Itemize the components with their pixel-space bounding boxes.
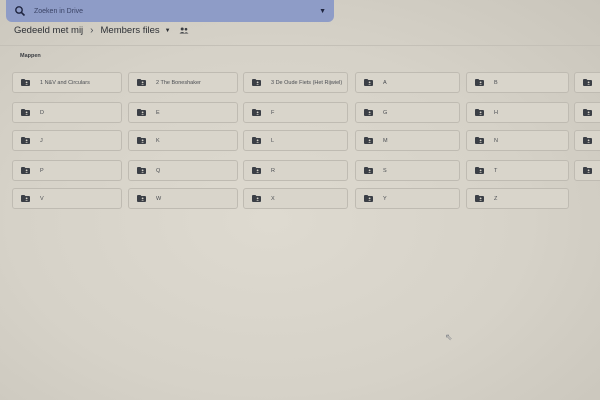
shared-folder-icon — [21, 167, 30, 174]
folder-item[interactable]: L — [243, 130, 348, 151]
folder-item[interactable]: A — [355, 72, 460, 93]
folder-item[interactable] — [574, 130, 600, 151]
search-bar[interactable]: Zoeken in Drive ▼ — [6, 0, 334, 22]
folder-item[interactable] — [574, 102, 600, 123]
shared-folder-icon — [364, 79, 373, 86]
folder-item[interactable] — [574, 72, 600, 93]
folder-label: J — [40, 137, 43, 144]
folder-label: W — [156, 195, 162, 202]
folder-item[interactable]: F — [243, 102, 348, 123]
breadcrumb-current[interactable]: Members files — [101, 25, 160, 36]
divider — [0, 45, 600, 46]
shared-folder-icon — [21, 195, 30, 202]
folder-label: A — [383, 79, 387, 86]
shared-folder-icon — [252, 195, 261, 202]
folder-item[interactable]: T — [466, 160, 569, 181]
folder-item[interactable]: R — [243, 160, 348, 181]
folder-item[interactable]: 3 De Oude Fiets (Het Rijwiel) — [243, 72, 348, 93]
shared-folder-icon — [475, 195, 484, 202]
shared-folder-icon — [137, 137, 146, 144]
chevron-right-icon: › — [90, 25, 94, 36]
folder-label: M — [383, 137, 388, 144]
shared-folder-icon — [137, 109, 146, 116]
folder-label: Z — [494, 195, 498, 202]
folder-item[interactable]: S — [355, 160, 460, 181]
shared-folder-icon — [137, 195, 146, 202]
folder-item[interactable]: G — [355, 102, 460, 123]
folder-item[interactable]: Y — [355, 188, 460, 209]
folder-label: V — [40, 195, 44, 202]
section-title: Mappen — [20, 53, 41, 59]
shared-folder-icon — [583, 109, 592, 116]
shared-folder-icon — [583, 137, 592, 144]
folder-item[interactable]: H — [466, 102, 569, 123]
folder-label: X — [271, 195, 275, 202]
folder-item[interactable]: W — [128, 188, 238, 209]
folder-item[interactable]: 2 The Boneshaker — [128, 72, 238, 93]
shared-folder-icon — [252, 167, 261, 174]
shared-folder-icon — [137, 79, 146, 86]
search-input[interactable]: Zoeken in Drive — [34, 8, 83, 15]
folder-item[interactable]: P — [12, 160, 122, 181]
folder-item[interactable]: D — [12, 102, 122, 123]
folder-label: F — [271, 109, 275, 116]
folder-label: E — [156, 109, 160, 116]
folder-label: T — [494, 167, 498, 174]
shared-folder-icon — [364, 137, 373, 144]
folder-item[interactable]: M — [355, 130, 460, 151]
folder-item[interactable]: N — [466, 130, 569, 151]
shared-folder-icon — [364, 167, 373, 174]
folder-label: S — [383, 167, 387, 174]
shared-folder-icon — [21, 109, 30, 116]
search-options-icon[interactable]: ▼ — [319, 8, 326, 15]
shared-folder-icon — [475, 167, 484, 174]
folder-label: H — [494, 109, 498, 116]
breadcrumb-parent[interactable]: Gedeeld met mij — [14, 25, 83, 36]
folder-item[interactable]: Z — [466, 188, 569, 209]
folder-item[interactable]: K — [128, 130, 238, 151]
folder-label: N — [494, 137, 498, 144]
folder-item[interactable]: V — [12, 188, 122, 209]
folder-label: P — [40, 167, 44, 174]
folder-label: 3 De Oude Fiets (Het Rijwiel) — [271, 79, 343, 86]
folder-label: B — [494, 79, 498, 86]
breadcrumb: Gedeeld met mij › Members files ▼ — [14, 25, 189, 36]
shared-folder-icon — [21, 137, 30, 144]
folder-item[interactable]: B — [466, 72, 569, 93]
folder-label: R — [271, 167, 275, 174]
shared-folder-icon — [252, 109, 261, 116]
shared-folder-icon — [475, 137, 484, 144]
folder-label: Q — [156, 167, 161, 174]
chevron-down-icon[interactable]: ▼ — [165, 28, 171, 34]
folder-item[interactable]: J — [12, 130, 122, 151]
folder-label: 2 The Boneshaker — [156, 79, 201, 86]
shared-folder-icon — [475, 79, 484, 86]
folder-item[interactable]: X — [243, 188, 348, 209]
folder-label: K — [156, 137, 160, 144]
mouse-cursor-icon: ⇖ — [445, 332, 453, 342]
shared-folder-icon — [364, 109, 373, 116]
folder-label: L — [271, 137, 275, 144]
folder-label: Y — [383, 195, 387, 202]
shared-folder-icon — [21, 79, 30, 86]
folder-label: 1 N&V and Circulars — [40, 79, 90, 86]
shared-folder-icon — [475, 109, 484, 116]
shared-people-icon[interactable] — [179, 27, 189, 34]
folder-label: G — [383, 109, 388, 116]
folder-item[interactable]: E — [128, 102, 238, 123]
folder-item[interactable] — [574, 160, 600, 181]
folder-item[interactable]: Q — [128, 160, 238, 181]
shared-folder-icon — [252, 79, 261, 86]
shared-folder-icon — [583, 167, 592, 174]
folder-item[interactable]: 1 N&V and Circulars — [12, 72, 122, 93]
shared-folder-icon — [583, 79, 592, 86]
folder-label: D — [40, 109, 44, 116]
shared-folder-icon — [252, 137, 261, 144]
shared-folder-icon — [364, 195, 373, 202]
shared-folder-icon — [137, 167, 146, 174]
search-icon[interactable] — [14, 5, 26, 17]
